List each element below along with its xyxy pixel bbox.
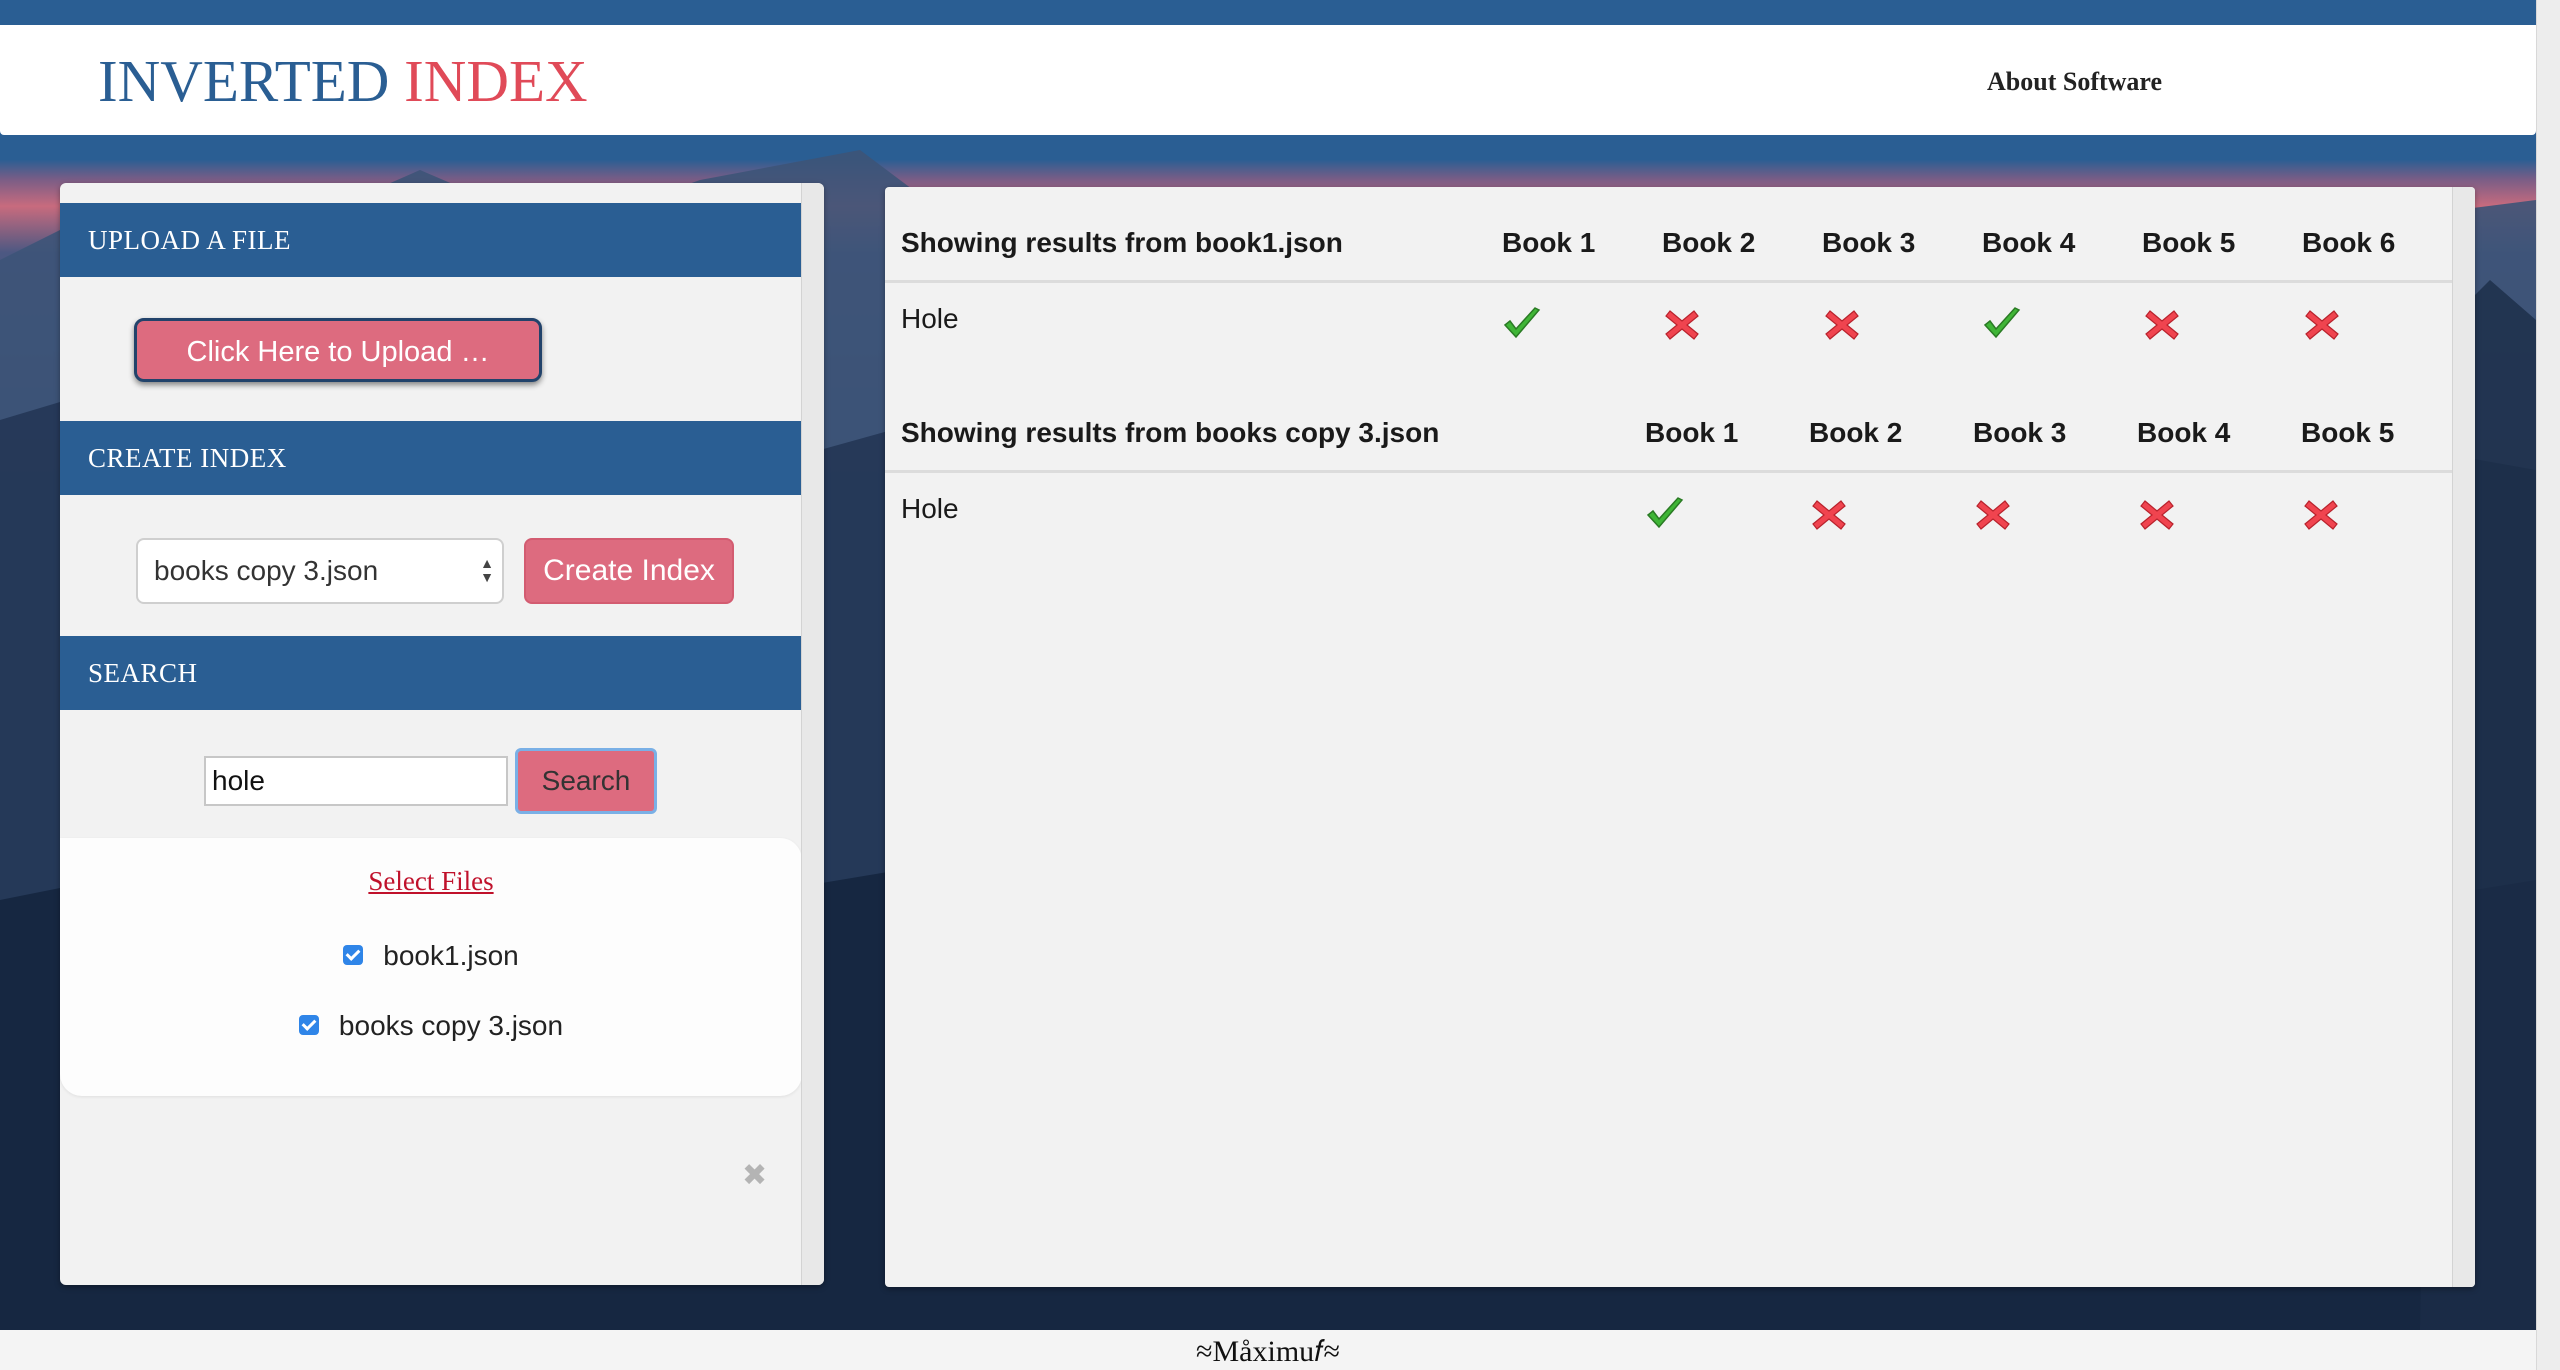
create-index-button[interactable]: Create Index xyxy=(524,538,734,604)
search-input[interactable]: hole xyxy=(204,756,508,806)
column-header-book: Book 2 xyxy=(1662,227,1756,258)
header-divider xyxy=(885,280,2453,283)
select-files-card: Select Files book1.json books copy 3.jso… xyxy=(60,838,802,1096)
result-word: Hole xyxy=(901,493,959,524)
sidebar-scrollbar[interactable] xyxy=(801,183,824,1285)
footer-signature: ≈Måximu𝑓≈ xyxy=(0,1330,2536,1370)
window-scrollbar[interactable] xyxy=(2536,0,2560,1370)
column-header-book: Book 1 xyxy=(1645,417,1739,448)
sidebar-panel: UPLOAD A FILE Click Here to Upload … CRE… xyxy=(60,183,824,1285)
cross-icon xyxy=(1822,305,1862,343)
column-header-book: Book 5 xyxy=(2301,417,2395,448)
check-icon xyxy=(1645,495,1685,533)
cross-icon xyxy=(2137,495,2177,533)
search-button[interactable]: Search xyxy=(515,748,657,814)
file-option-label: books copy 3.json xyxy=(338,1010,564,1041)
results-scrollbar[interactable] xyxy=(2452,187,2475,1287)
header-divider xyxy=(885,470,2453,473)
column-header-book: Book 3 xyxy=(1822,227,1916,258)
file-option-row[interactable]: books copy 3.json xyxy=(60,1006,802,1046)
column-header-book: Book 1 xyxy=(1502,227,1596,258)
site-header: INVERTED INDEX About Software xyxy=(0,25,2536,135)
select-arrows-icon: ▲ ▼ xyxy=(480,555,494,585)
select-files-link[interactable]: Select Files xyxy=(60,866,802,897)
file-option-row[interactable]: book1.json xyxy=(60,936,802,976)
about-software-link[interactable]: About Software xyxy=(1987,67,2162,97)
column-header-book: Book 2 xyxy=(1809,417,1903,448)
cross-icon xyxy=(2142,305,2182,343)
cross-icon xyxy=(2302,305,2342,343)
results-panel: Showing results from book1.json Book 1 Boo… xyxy=(885,187,2475,1287)
result-word: Hole xyxy=(901,303,959,334)
index-file-select-value: books copy 3.json xyxy=(154,555,379,586)
top-bar xyxy=(0,0,2536,25)
results-title: Showing results from books copy 3.json xyxy=(901,417,1440,448)
column-header-book: Book 4 xyxy=(1982,227,2076,258)
cross-icon xyxy=(2301,495,2341,533)
cross-icon xyxy=(1973,495,2013,533)
results-title: Showing results from book1.json xyxy=(901,227,1343,258)
upload-section-header: UPLOAD A FILE xyxy=(60,203,802,277)
column-header-book: Book 6 xyxy=(2302,227,2396,258)
file-option-label: book1.json xyxy=(383,940,519,971)
search-section-header: SEARCH xyxy=(60,636,802,710)
close-icon[interactable]: ✖ xyxy=(742,1161,767,1191)
brand-word-inverted: INVERTED xyxy=(98,48,390,114)
cross-icon xyxy=(1809,495,1849,533)
cross-icon xyxy=(1662,305,1702,343)
check-icon xyxy=(1982,305,2022,343)
brand-logo[interactable]: INVERTED INDEX xyxy=(98,47,588,116)
file-checkbox-book1[interactable] xyxy=(343,944,364,965)
upload-button[interactable]: Click Here to Upload … xyxy=(134,318,542,382)
column-header-book: Book 5 xyxy=(2142,227,2236,258)
column-header-book: Book 4 xyxy=(2137,417,2231,448)
brand-word-index: INDEX xyxy=(404,48,588,114)
create-index-section-header: CREATE INDEX xyxy=(60,421,802,495)
column-header-book: Book 3 xyxy=(1973,417,2067,448)
index-file-select[interactable]: books copy 3.json ▲ ▼ xyxy=(136,538,504,604)
file-checkbox-books-copy-3[interactable] xyxy=(298,1014,319,1035)
check-icon xyxy=(1502,305,1542,343)
